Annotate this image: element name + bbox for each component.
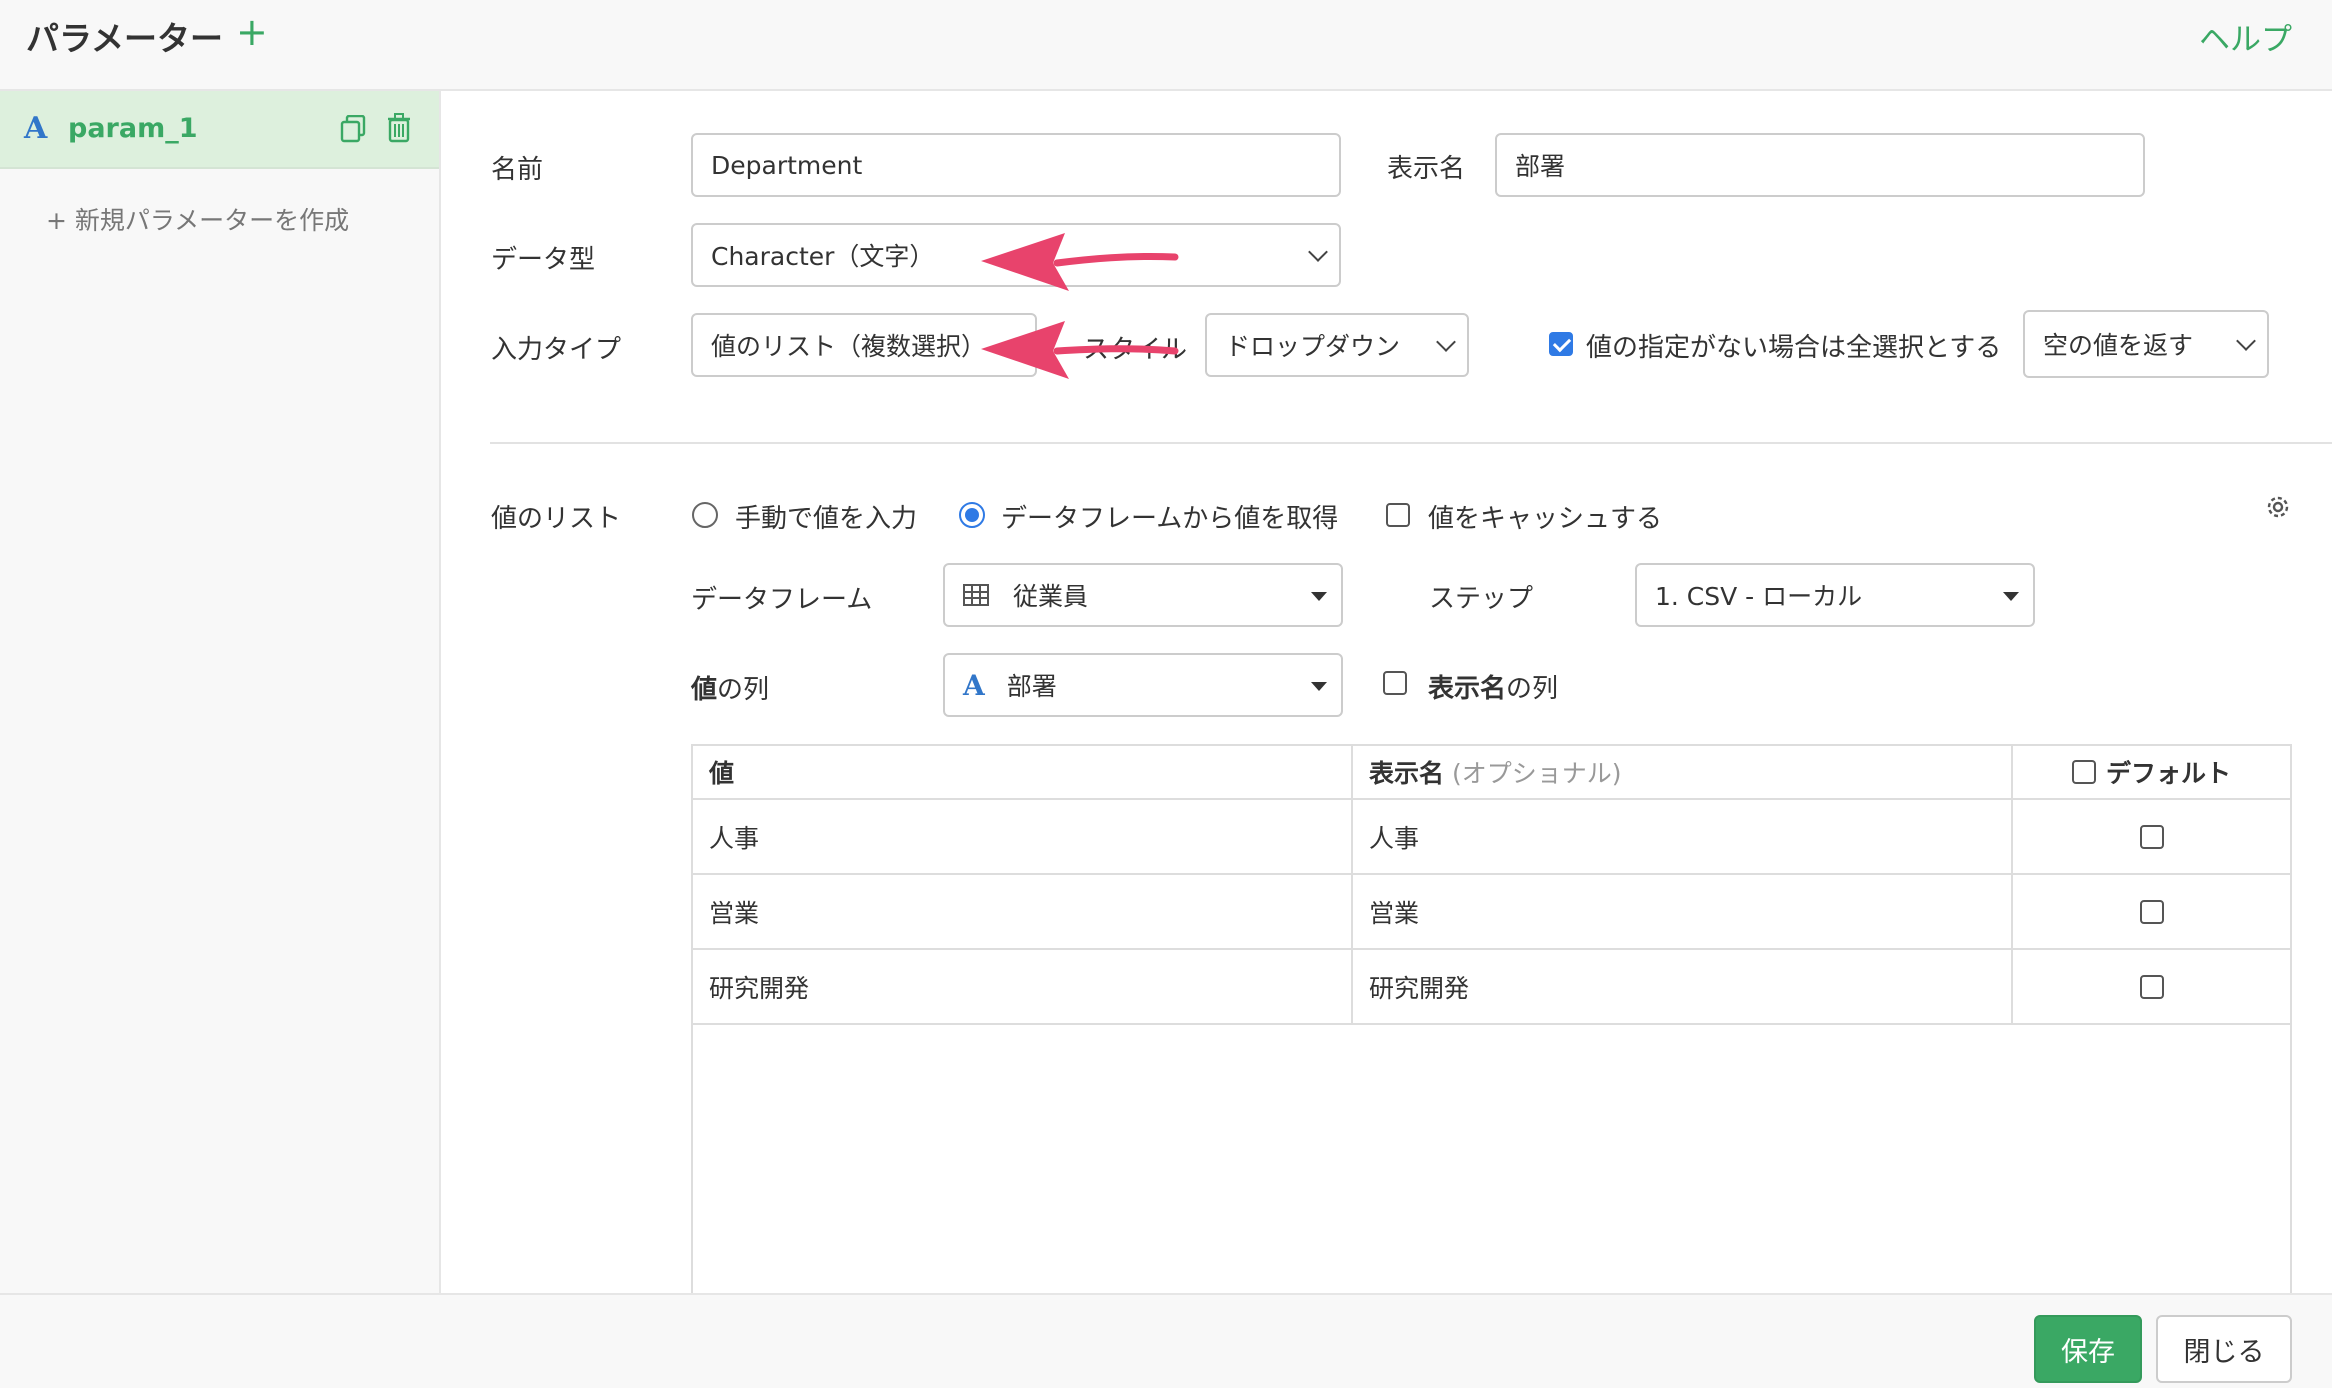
empty-value-select[interactable]: 空の値を返す — [2023, 310, 2269, 378]
character-type-icon: A — [963, 668, 985, 702]
footer: 保存 閉じる — [0, 1293, 2332, 1388]
display-name-input[interactable]: 部署 — [1495, 133, 2145, 197]
value-column-label-bold: 値 — [691, 675, 718, 705]
row-default — [2013, 800, 2290, 873]
trash-icon[interactable] — [386, 113, 412, 143]
values-table: 値 表示名 (オプショナル) デフォルト 人事 人事 営業 営業 研究開発 研究… — [691, 744, 2292, 1334]
table-row: 営業 営業 — [693, 875, 2290, 950]
step-label: ステップ — [1429, 584, 1534, 614]
radio-manual-label: 手動で値を入力 — [735, 504, 918, 534]
row-value: 営業 — [693, 875, 1353, 948]
close-button[interactable]: 閉じる — [2156, 1315, 2292, 1383]
chevron-down-icon — [2236, 331, 2256, 351]
caret-down-icon — [1311, 682, 1327, 691]
new-parameter-link[interactable]: + 新規パラメーターを作成 — [46, 201, 349, 237]
param-name[interactable]: param_1 — [68, 113, 198, 144]
style-value: ドロップダウン — [1225, 332, 1401, 361]
value-column-label-rest: の列 — [717, 675, 770, 705]
header: パラメーター + ヘルプ — [0, 0, 2332, 91]
header-default-label: デフォルト — [2105, 759, 2231, 788]
default-all-checkbox[interactable] — [2071, 760, 2096, 784]
row-default — [2013, 875, 2290, 948]
row-default-checkbox[interactable] — [2139, 974, 2164, 999]
style-select[interactable]: ドロップダウン — [1205, 313, 1469, 377]
help-link[interactable]: ヘルプ — [2199, 14, 2292, 59]
page-title: パラメーター — [26, 19, 224, 58]
step-select[interactable]: 1. CSV - ローカル — [1635, 563, 2035, 627]
radio-dataframe[interactable] — [959, 502, 985, 528]
row-value: 人事 — [693, 800, 1353, 873]
row-display: 営業 — [1353, 875, 2013, 948]
display-column-checkbox[interactable] — [1383, 671, 1407, 695]
display-column-label-rest: の列 — [1506, 674, 1559, 704]
cache-checkbox[interactable] — [1386, 503, 1410, 527]
display-column-label: 表示名の列 — [1428, 668, 1558, 705]
radio-manual[interactable] — [692, 502, 718, 528]
empty-value-text: 空の値を返す — [2043, 331, 2194, 360]
header-default: デフォルト — [2013, 746, 2290, 798]
plus-icon[interactable]: + — [236, 10, 268, 54]
table-row: 人事 人事 — [693, 800, 2290, 875]
copy-icon[interactable] — [340, 115, 366, 143]
table-row: 研究開発 研究開発 — [693, 950, 2290, 1025]
row-default — [2013, 950, 2290, 1023]
row-display: 人事 — [1353, 800, 2013, 873]
sidebar-item-param[interactable]: A param_1 — [0, 91, 439, 169]
header-display-label: 表示名 — [1369, 759, 1445, 788]
data-type-label: データ型 — [491, 245, 596, 275]
input-type-label: 入力タイプ — [491, 335, 622, 365]
value-column-select[interactable]: A 部署 — [943, 653, 1343, 717]
character-type-icon: A — [24, 111, 48, 146]
dataframe-label: データフレーム — [691, 585, 873, 615]
row-display: 研究開発 — [1353, 950, 2013, 1023]
table-icon — [963, 584, 989, 606]
display-name-label: 表示名 — [1387, 154, 1466, 184]
row-value: 研究開発 — [693, 950, 1353, 1023]
row-default-checkbox[interactable] — [2139, 899, 2164, 924]
dataframe-value: 従業員 — [1013, 582, 1089, 611]
caret-down-icon — [2003, 592, 2019, 601]
annotation-arrow — [981, 321, 1179, 379]
annotation-arrow — [981, 233, 1179, 291]
values-list-label: 値のリスト — [491, 504, 622, 534]
select-all-label: 値の指定がない場合は全選択とする — [1586, 333, 2002, 363]
step-value: 1. CSV - ローカル — [1655, 582, 1863, 611]
caret-down-icon — [1311, 592, 1327, 601]
input-type-value: 値のリスト（複数選択） — [711, 332, 987, 361]
main-panel: 名前 Department 表示名 部署 データ型 Character（文字） … — [443, 91, 2332, 1334]
name-label: 名前 — [491, 155, 544, 185]
divider — [490, 442, 2332, 444]
sidebar: A param_1 + 新規パラメーターを作成 — [0, 91, 441, 1293]
save-button[interactable]: 保存 — [2034, 1315, 2142, 1383]
value-column-value: 部署 — [1006, 672, 1057, 701]
chevron-down-icon — [1436, 332, 1456, 352]
dataframe-select[interactable]: 従業員 — [943, 563, 1343, 627]
table-header: 値 表示名 (オプショナル) デフォルト — [693, 746, 2290, 800]
name-input[interactable]: Department — [691, 133, 1341, 197]
data-type-value: Character（文字） — [711, 242, 935, 271]
select-all-checkbox[interactable] — [1549, 332, 1573, 356]
chevron-down-icon — [1308, 242, 1328, 262]
cache-label: 値をキャッシュする — [1428, 504, 1663, 534]
radio-dataframe-label: データフレームから値を取得 — [1001, 504, 1339, 534]
header-value: 値 — [693, 746, 1353, 798]
row-default-checkbox[interactable] — [2139, 824, 2164, 849]
header-display: 表示名 (オプショナル) — [1353, 746, 2013, 798]
header-display-optional: (オプショナル) — [1452, 759, 1622, 788]
value-column-label: 値の列 — [691, 669, 769, 706]
gear-icon[interactable] — [2263, 492, 2293, 522]
display-column-label-bold: 表示名 — [1428, 674, 1507, 704]
